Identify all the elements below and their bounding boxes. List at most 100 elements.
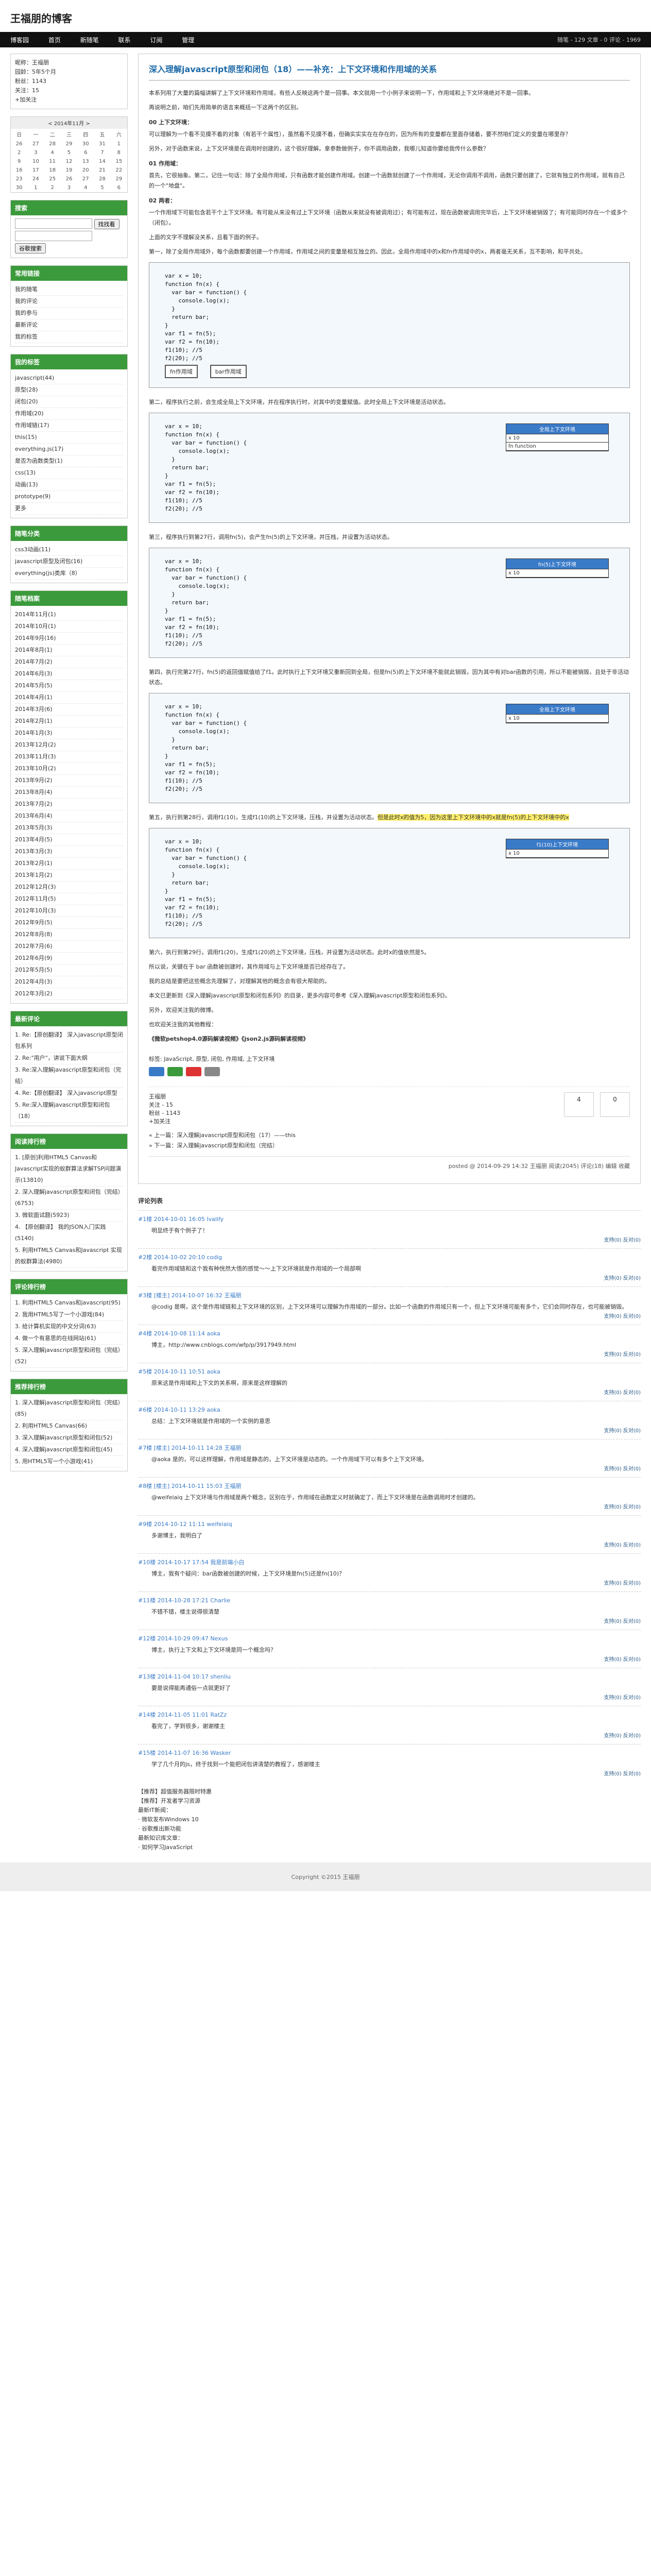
sidebar-link[interactable]: 5. 深入理解javascript原型和闭包（完结）(52) — [15, 1345, 123, 1368]
sidebar-link[interactable]: 2013年4月(5) — [15, 834, 123, 846]
comment-vote[interactable]: 支持(0) 反对(0) — [138, 1731, 641, 1739]
sidebar-link[interactable]: 2013年3月(3) — [15, 846, 123, 858]
sidebar-link[interactable]: 2012年3月(2) — [15, 988, 123, 1000]
search-button[interactable]: 找找看 — [94, 218, 119, 229]
nav-item[interactable]: 管理 — [182, 37, 194, 44]
paragraph[interactable]: 《微软petshop4.0源码解读视频》《json2.js源码解读视频》 — [149, 1034, 630, 1044]
calendar-day[interactable]: 28 — [44, 140, 61, 148]
comment-vote[interactable]: 支持(0) 反对(0) — [138, 1655, 641, 1663]
sidebar-link[interactable]: 我的参与 — [15, 308, 123, 319]
sidebar-link[interactable]: 2013年12月(2) — [15, 739, 123, 751]
calendar-day[interactable]: 19 — [61, 166, 77, 175]
sidebar-link[interactable]: 2014年2月(1) — [15, 716, 123, 727]
comment-meta[interactable]: #11楼 2014-10-28 17:21 Charlie — [138, 1596, 230, 1604]
sidebar-link[interactable]: 3. Re:深入理解javascript原型和闭包（完结） — [15, 1064, 123, 1088]
calendar-day[interactable]: 27 — [77, 175, 94, 183]
comment-vote[interactable]: 支持(0) 反对(0) — [138, 1579, 641, 1586]
footer-link[interactable]: 最新IT新闻： — [138, 1806, 641, 1815]
sidebar-link[interactable]: 3. 微软面试题(5923) — [15, 1210, 123, 1222]
calendar-day[interactable]: 7 — [94, 148, 110, 157]
sidebar-link[interactable]: prototype(9) — [15, 491, 123, 503]
comment-meta[interactable]: #1楼 2014-10-01 16:05 Ivalify — [138, 1215, 224, 1223]
calendar-day[interactable]: 24 — [27, 175, 44, 183]
footer-link[interactable]: · 谷歌推出新功能 — [138, 1824, 641, 1834]
calendar-day[interactable]: 17 — [27, 166, 44, 175]
share-favorite-icon[interactable] — [186, 1067, 201, 1076]
calendar-day[interactable]: 13 — [77, 157, 94, 166]
calendar-day[interactable]: 31 — [94, 140, 110, 148]
comment-vote[interactable]: 支持(0) 反对(0) — [138, 1350, 641, 1358]
sidebar-link[interactable]: 2012年4月(3) — [15, 976, 123, 988]
calendar-day[interactable]: 1 — [111, 140, 127, 148]
sidebar-link[interactable]: 2013年7月(2) — [15, 799, 123, 810]
comment-meta[interactable]: #6楼 2014-10-11 13:29 aoka — [138, 1405, 220, 1414]
post-title[interactable]: 深入理解javascript原型和闭包（18）——补充：上下文环境和作用域的关系 — [149, 62, 630, 81]
comment-meta[interactable]: #7楼 [楼主] 2014-10-11 14:28 王福朋 — [138, 1444, 241, 1452]
prev-post-link[interactable]: « 上一篇：深入理解javascript原型和闭包（17）——this — [149, 1130, 630, 1141]
calendar-day[interactable]: 1 — [27, 183, 44, 192]
calendar-day[interactable]: 9 — [11, 157, 27, 166]
comment-vote[interactable]: 支持(0) 反对(0) — [138, 1274, 641, 1281]
calendar-day[interactable]: 6 — [77, 148, 94, 157]
sidebar-link[interactable]: 2. 深入理解javascript原型和闭包（完结）(6753) — [15, 1187, 123, 1210]
calendar-day[interactable]: 5 — [94, 183, 110, 192]
calendar-day[interactable]: 20 — [77, 166, 94, 175]
sidebar-link[interactable]: 2012年10月(3) — [15, 905, 123, 917]
sidebar-link[interactable]: 2012年12月(3) — [15, 882, 123, 893]
site-title[interactable]: 王福朋的博客 — [10, 10, 641, 25]
calendar-day[interactable]: 4 — [44, 148, 61, 157]
sidebar-link[interactable]: 2013年5月(3) — [15, 822, 123, 834]
comment-vote[interactable]: 支持(0) 反对(0) — [138, 1617, 641, 1624]
comment-meta[interactable]: #12楼 2014-10-29 09:47 Nexus — [138, 1634, 228, 1642]
sidebar-link[interactable]: 作用域链(17) — [15, 420, 123, 432]
sidebar-link[interactable]: javascript(44) — [15, 372, 123, 384]
sidebar-link[interactable]: 1. 利用HTML5 Canvas和javascript(95) — [15, 1297, 123, 1309]
sidebar-link[interactable]: 1. 深入理解javascript原型和闭包（完结）(85) — [15, 1397, 123, 1420]
sidebar-link[interactable]: 2. Re:"用户"，讲说下面大纲 — [15, 1053, 123, 1064]
sidebar-link[interactable]: 2. 我用HTML5写了一个小游戏(84) — [15, 1309, 123, 1321]
sidebar-link[interactable]: 2014年6月(3) — [15, 668, 123, 680]
calendar-day[interactable]: 30 — [77, 140, 94, 148]
comment-vote[interactable]: 支持(0) 反对(0) — [138, 1388, 641, 1396]
sidebar-link[interactable]: css3动画(11) — [15, 544, 123, 556]
comment-meta[interactable]: #2楼 2014-10-02 20:10 codig — [138, 1253, 222, 1261]
footer-link[interactable]: · 如何学习JavaScript — [138, 1843, 641, 1852]
sidebar-link[interactable]: 原型(28) — [15, 384, 123, 396]
calendar-day[interactable]: 21 — [94, 166, 110, 175]
calendar-day[interactable]: 26 — [11, 140, 27, 148]
calendar-day[interactable]: 8 — [111, 148, 127, 157]
calendar-day[interactable]: 3 — [61, 183, 77, 192]
comment-meta[interactable]: #10楼 2014-10-17 17:54 我是前端小白 — [138, 1558, 244, 1566]
calendar-day[interactable]: 6 — [111, 183, 127, 192]
nav-item[interactable]: 联系 — [118, 37, 131, 44]
google-search-button[interactable]: 谷歌搜索 — [15, 243, 46, 253]
comment-vote[interactable]: 支持(0) 反对(0) — [138, 1769, 641, 1777]
comment-meta[interactable]: #9楼 2014-10-12 11:11 weifeiaiq — [138, 1520, 232, 1528]
comment-meta[interactable]: #4楼 2014-10-08 11:14 aoka — [138, 1329, 220, 1337]
sidebar-link[interactable]: 5. 用HTML5写一个小游戏(41) — [15, 1456, 123, 1468]
sidebar-link[interactable]: 动画(13) — [15, 479, 123, 491]
comment-meta[interactable]: #5楼 2014-10-11 10:51 aoka — [138, 1367, 220, 1376]
calendar-day[interactable]: 4 — [77, 183, 94, 192]
calendar-day[interactable]: 30 — [11, 183, 27, 192]
sidebar-link[interactable]: 2013年9月(2) — [15, 775, 123, 787]
sidebar-link[interactable]: 2013年10月(2) — [15, 763, 123, 775]
calendar-day[interactable]: 29 — [111, 175, 127, 183]
sidebar-link[interactable]: 我的评论 — [15, 296, 123, 308]
calendar-day[interactable]: 5 — [61, 148, 77, 157]
add-follow-link[interactable]: +加关注 — [149, 1117, 180, 1125]
sidebar-link[interactable]: 4. Re:【原创翻译】 深入javascript原型 — [15, 1088, 123, 1099]
calendar-day[interactable]: 23 — [11, 175, 27, 183]
comment-meta[interactable]: #13楼 2014-11-04 10:17 shenliu — [138, 1672, 231, 1681]
calendar-day[interactable]: 22 — [111, 166, 127, 175]
sidebar-link[interactable]: 2014年9月(16) — [15, 633, 123, 645]
sidebar-link[interactable]: 4. 深入理解javascript原型和闭包(45) — [15, 1444, 123, 1456]
calendar-day[interactable]: 10 — [27, 157, 44, 166]
share-more-icon[interactable] — [204, 1067, 220, 1076]
sidebar-link[interactable]: 更多 — [15, 503, 123, 515]
comment-vote[interactable]: 支持(0) 反对(0) — [138, 1502, 641, 1510]
next-post-link[interactable]: » 下一篇：深入理解javascript原型和闭包（完结） — [149, 1141, 630, 1151]
sidebar-link[interactable]: 2012年11月(5) — [15, 893, 123, 905]
sidebar-link[interactable]: 2012年8月(8) — [15, 929, 123, 941]
calendar-day[interactable]: 12 — [61, 157, 77, 166]
